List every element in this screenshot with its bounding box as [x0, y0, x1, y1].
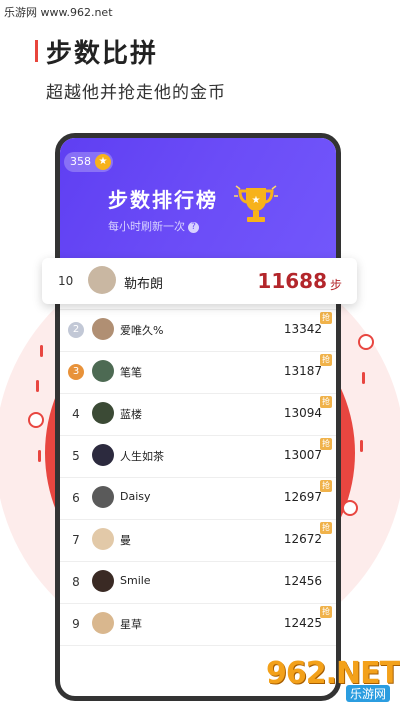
leaderboard-subtitle: 每小时刷新一次? — [108, 218, 199, 234]
decor-dash — [40, 345, 43, 357]
decor-dash — [38, 450, 41, 462]
refresh-note: 每小时刷新一次 — [108, 220, 185, 233]
user-avatar[interactable] — [92, 402, 114, 424]
decor-ring-right — [358, 334, 374, 350]
user-name: Daisy — [120, 490, 151, 503]
user-avatar[interactable] — [92, 570, 114, 592]
logo-subtext: 乐游网 — [345, 685, 390, 702]
leaderboard-title: 步数排行榜 — [108, 188, 218, 212]
phone-frame: 358 ★ 步数排行榜 每小时刷新一次? ★ 1蓝星134572爱唯久%1334… — [55, 133, 341, 701]
grab-tag[interactable]: 抢 — [320, 522, 332, 534]
rank-number: 3 — [68, 364, 84, 380]
coin-badge[interactable]: 358 ★ — [64, 152, 113, 172]
user-steps: 13094 — [283, 406, 322, 420]
user-avatar[interactable] — [92, 318, 114, 340]
ranking-row[interactable]: 7 曼 12672 抢 — [60, 520, 336, 562]
grab-tag[interactable]: 抢 — [320, 354, 332, 366]
my-steps: 11688 — [257, 269, 327, 293]
decor-dash — [360, 440, 363, 452]
help-icon[interactable]: ? — [188, 221, 199, 233]
rank-number: 4 — [72, 407, 80, 421]
user-steps: 12672 — [283, 532, 322, 546]
ranking-row[interactable]: 2 爱唯久% 13342 抢 — [60, 310, 336, 352]
my-rank-card[interactable]: 10 勒布朗 11688 步 — [42, 258, 357, 304]
grab-tag[interactable]: 抢 — [320, 438, 332, 450]
rank-number: 9 — [72, 617, 80, 631]
steps-unit: 步 — [329, 278, 342, 292]
decor-dash — [362, 372, 365, 384]
rank-number: 7 — [72, 533, 80, 547]
grab-tag[interactable]: 抢 — [320, 312, 332, 324]
rank-number: 8 — [72, 575, 80, 589]
subline: 超越他并抢走他的金币 — [46, 83, 226, 103]
user-avatar[interactable] — [92, 360, 114, 382]
user-steps: 12697 — [283, 490, 322, 504]
accent-bar — [35, 40, 38, 62]
decor-ring-right-lower — [342, 500, 358, 516]
user-avatar[interactable] — [92, 528, 114, 550]
user-name: 笔笔 — [120, 366, 142, 379]
user-name: 人生如茶 — [120, 450, 164, 463]
user-name: 爱唯久% — [120, 324, 164, 337]
grab-tag[interactable]: 抢 — [320, 480, 332, 492]
my-rank: 10 — [58, 274, 74, 288]
leaderboard-header: 358 ★ 步数排行榜 每小时刷新一次? ★ — [60, 138, 336, 260]
coin-star-icon: ★ — [95, 154, 111, 170]
user-avatar[interactable] — [92, 486, 114, 508]
ranking-row[interactable]: 3 笔笔 13187 抢 — [60, 352, 336, 394]
trophy-icon: ★ — [234, 185, 278, 222]
headline: 步数比拼 — [46, 39, 159, 69]
user-name: 星草 — [120, 618, 142, 631]
grab-tag[interactable]: 抢 — [320, 396, 332, 408]
coin-count: 358 — [70, 155, 91, 168]
user-name: 蓝楼 — [120, 408, 142, 421]
ranking-row[interactable]: 8 Smile 12456 — [60, 562, 336, 604]
user-steps: 12456 — [283, 574, 322, 588]
user-name: 曼 — [120, 534, 131, 547]
user-steps: 13007 — [283, 448, 322, 462]
rank-number: 5 — [72, 449, 80, 463]
ranking-row[interactable]: 6 Daisy 12697 抢 — [60, 478, 336, 520]
ranking-row[interactable]: 9 星草 12425 抢 — [60, 604, 336, 646]
decor-ring-left — [28, 412, 44, 428]
my-avatar — [88, 266, 116, 294]
my-name: 勒布朗 — [124, 277, 164, 292]
user-steps: 13342 — [283, 322, 322, 336]
rank-number: 6 — [72, 491, 80, 505]
ranking-row[interactable]: 4 蓝楼 13094 抢 — [60, 394, 336, 436]
user-name: Smile — [120, 574, 151, 587]
user-avatar[interactable] — [92, 444, 114, 466]
decor-dash — [36, 380, 39, 392]
grab-tag[interactable]: 抢 — [320, 606, 332, 618]
ranking-row[interactable]: 5 人生如茶 13007 抢 — [60, 436, 336, 478]
site-watermark: 乐游网 www.962.net — [4, 6, 113, 19]
ranking-list: 1蓝星134572爱唯久%13342抢3笔笔13187抢4蓝楼13094抢5人生… — [60, 268, 336, 646]
user-avatar[interactable] — [92, 612, 114, 634]
user-steps: 12425 — [283, 616, 322, 630]
site-logo: 962.NET 乐游网 — [266, 656, 400, 702]
rank-number: 2 — [68, 322, 84, 338]
user-steps: 13187 — [283, 364, 322, 378]
svg-text:★: ★ — [252, 195, 261, 206]
